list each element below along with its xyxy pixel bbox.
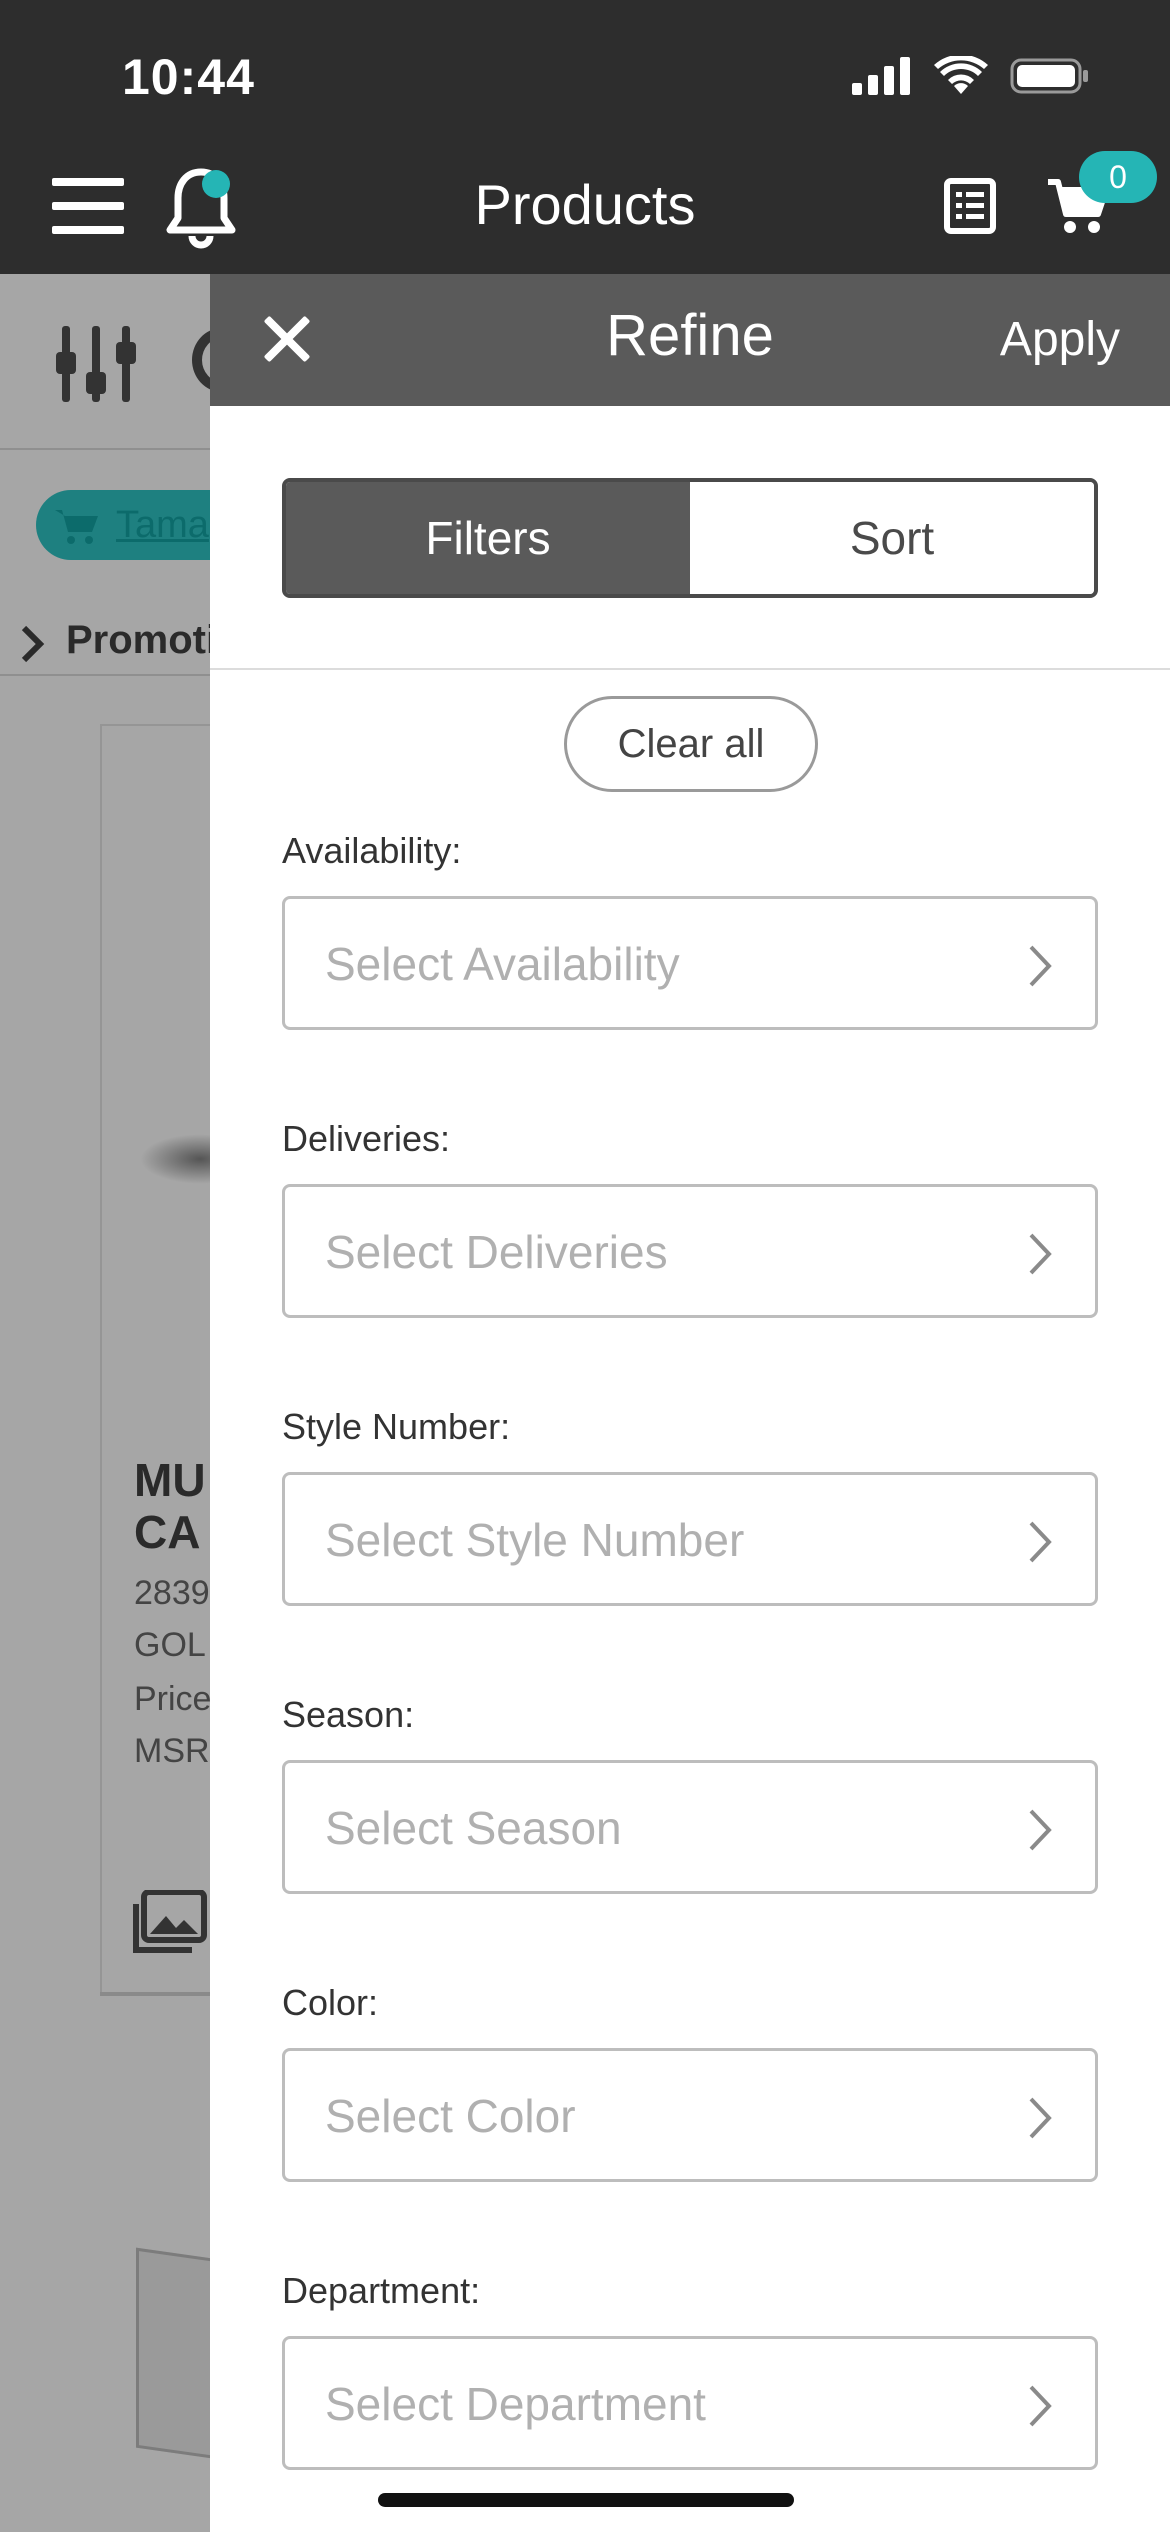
clear-all-button[interactable]: Clear all [564,696,818,792]
background-account-chip: Tama [36,490,210,560]
cart-count-badge: 0 [1079,151,1157,203]
deliveries-label: Deliveries: [282,1118,451,1159]
background-promotions-text: Promoti [66,618,210,662]
background-product-name: MU CA [134,1454,206,1558]
background-promotions-row: Promoti [0,604,210,676]
background-color: GOL [134,1626,206,1664]
app-header: Products 0 [0,150,1170,274]
background-divider [100,1992,210,1996]
department-label: Department: [282,2270,481,2311]
status-time: 10:44 [122,49,255,105]
style-number-placeholder: Select Style Number [325,1514,745,1566]
availability-select[interactable]: Select Availability [282,896,1098,1030]
chevron-right-icon [21,625,45,663]
chevron-right-icon [1029,1233,1052,1275]
list-view-icon[interactable] [944,178,996,239]
background-sku: 2839 [134,1574,210,1612]
wifi-icon [934,56,988,94]
tab-sort[interactable]: Sort [690,482,1094,594]
chevron-right-icon [1029,1809,1052,1851]
chevron-right-icon [1029,2385,1052,2427]
status-bar: 10:44 [0,0,1170,150]
cart-icon [55,510,98,544]
battery-icon [1010,58,1088,94]
deliveries-placeholder: Select Deliveries [325,1226,668,1278]
background-toolbar [0,274,210,450]
filters-sort-toggle: Filters Sort [282,478,1098,598]
refine-panel: Refine Apply Filters Sort Clear all Avai… [210,274,1170,2532]
color-select[interactable]: Select Color [282,2048,1098,2182]
filter-sliders-icon [56,326,136,402]
background-product-card [100,724,210,1994]
season-select[interactable]: Select Season [282,1760,1098,1894]
background-chip-text: Tama [116,504,209,546]
chevron-right-icon [1029,2097,1052,2139]
home-indicator[interactable] [378,2493,794,2507]
chevron-right-icon [1029,1521,1052,1563]
status-icons [852,56,1090,96]
color-label: Color: [282,1982,379,2023]
availability-label: Availability: [282,830,462,871]
divider [210,668,1170,670]
availability-placeholder: Select Availability [325,938,680,990]
style-number-select[interactable]: Select Style Number [282,1472,1098,1606]
department-placeholder: Select Department [325,2378,706,2430]
color-placeholder: Select Color [325,2090,576,2142]
deliveries-select[interactable]: Select Deliveries [282,1184,1098,1318]
tab-filters[interactable]: Filters [286,482,690,594]
background-search-icon [192,328,210,392]
department-select[interactable]: Select Department [282,2336,1098,2470]
chevron-right-icon [1029,945,1052,987]
style-number-label: Style Number: [282,1406,511,1447]
apply-button[interactable]: Apply [1000,312,1120,367]
season-label: Season: [282,1694,415,1735]
background-msrp: MSR [134,1732,210,1770]
signal-icon [852,57,910,95]
background-product-image-2 [136,2247,210,2461]
background-product-list: Tama Promoti MU CA 2839 GOL Price MSR [0,274,210,2532]
background-price: Price [134,1680,210,1718]
season-placeholder: Select Season [325,1802,622,1854]
gallery-icon [133,1890,207,1953]
refine-header: Refine Apply [210,274,1170,406]
